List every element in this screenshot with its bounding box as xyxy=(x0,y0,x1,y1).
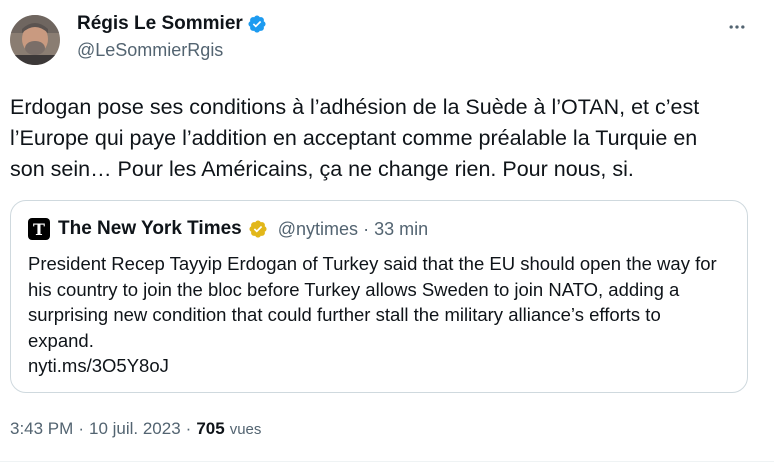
quote-time: 33 min xyxy=(374,218,429,239)
avatar-image xyxy=(10,15,60,65)
tweet-time[interactable]: 3:43 PM xyxy=(10,419,73,439)
quote-text: President Recep Tayyip Erdogan of Turkey… xyxy=(28,253,717,351)
nyt-logo-glyph: T xyxy=(33,219,45,239)
tweet-date[interactable]: 10 juil. 2023 xyxy=(89,419,181,439)
views-count: 705 xyxy=(196,419,225,438)
quote-author-name: The New York Times xyxy=(58,218,242,239)
tweet-text: Erdogan pose ses conditions à l’adhésion… xyxy=(10,95,700,181)
verified-badge-icon xyxy=(247,14,267,34)
quote-link[interactable]: nyti.ms/3O5Y8oJ xyxy=(28,353,728,379)
metadata-separator: · xyxy=(185,419,192,438)
quote-handle: @nytimes xyxy=(277,218,359,239)
author-block: Régis Le Sommier @LeSommierRgis xyxy=(77,13,267,61)
tweet-metadata: 3:43 PM · 10 juil. 2023 · 705 vues xyxy=(10,419,261,439)
metadata-separator: · xyxy=(78,419,84,438)
avatar[interactable] xyxy=(10,15,60,65)
gold-verified-badge-icon xyxy=(248,219,268,239)
author-handle[interactable]: @LeSommierRgis xyxy=(77,40,267,61)
nyt-logo-icon: T xyxy=(28,218,50,240)
author-name[interactable]: Régis Le Sommier xyxy=(77,13,243,35)
views-label: vues xyxy=(229,421,262,438)
more-options-button[interactable] xyxy=(720,10,754,44)
quote-separator: · xyxy=(363,218,370,239)
quoted-tweet[interactable]: T The New York Times @nytimes · 33 min P… xyxy=(10,200,748,393)
more-horizontal-icon xyxy=(729,25,745,29)
